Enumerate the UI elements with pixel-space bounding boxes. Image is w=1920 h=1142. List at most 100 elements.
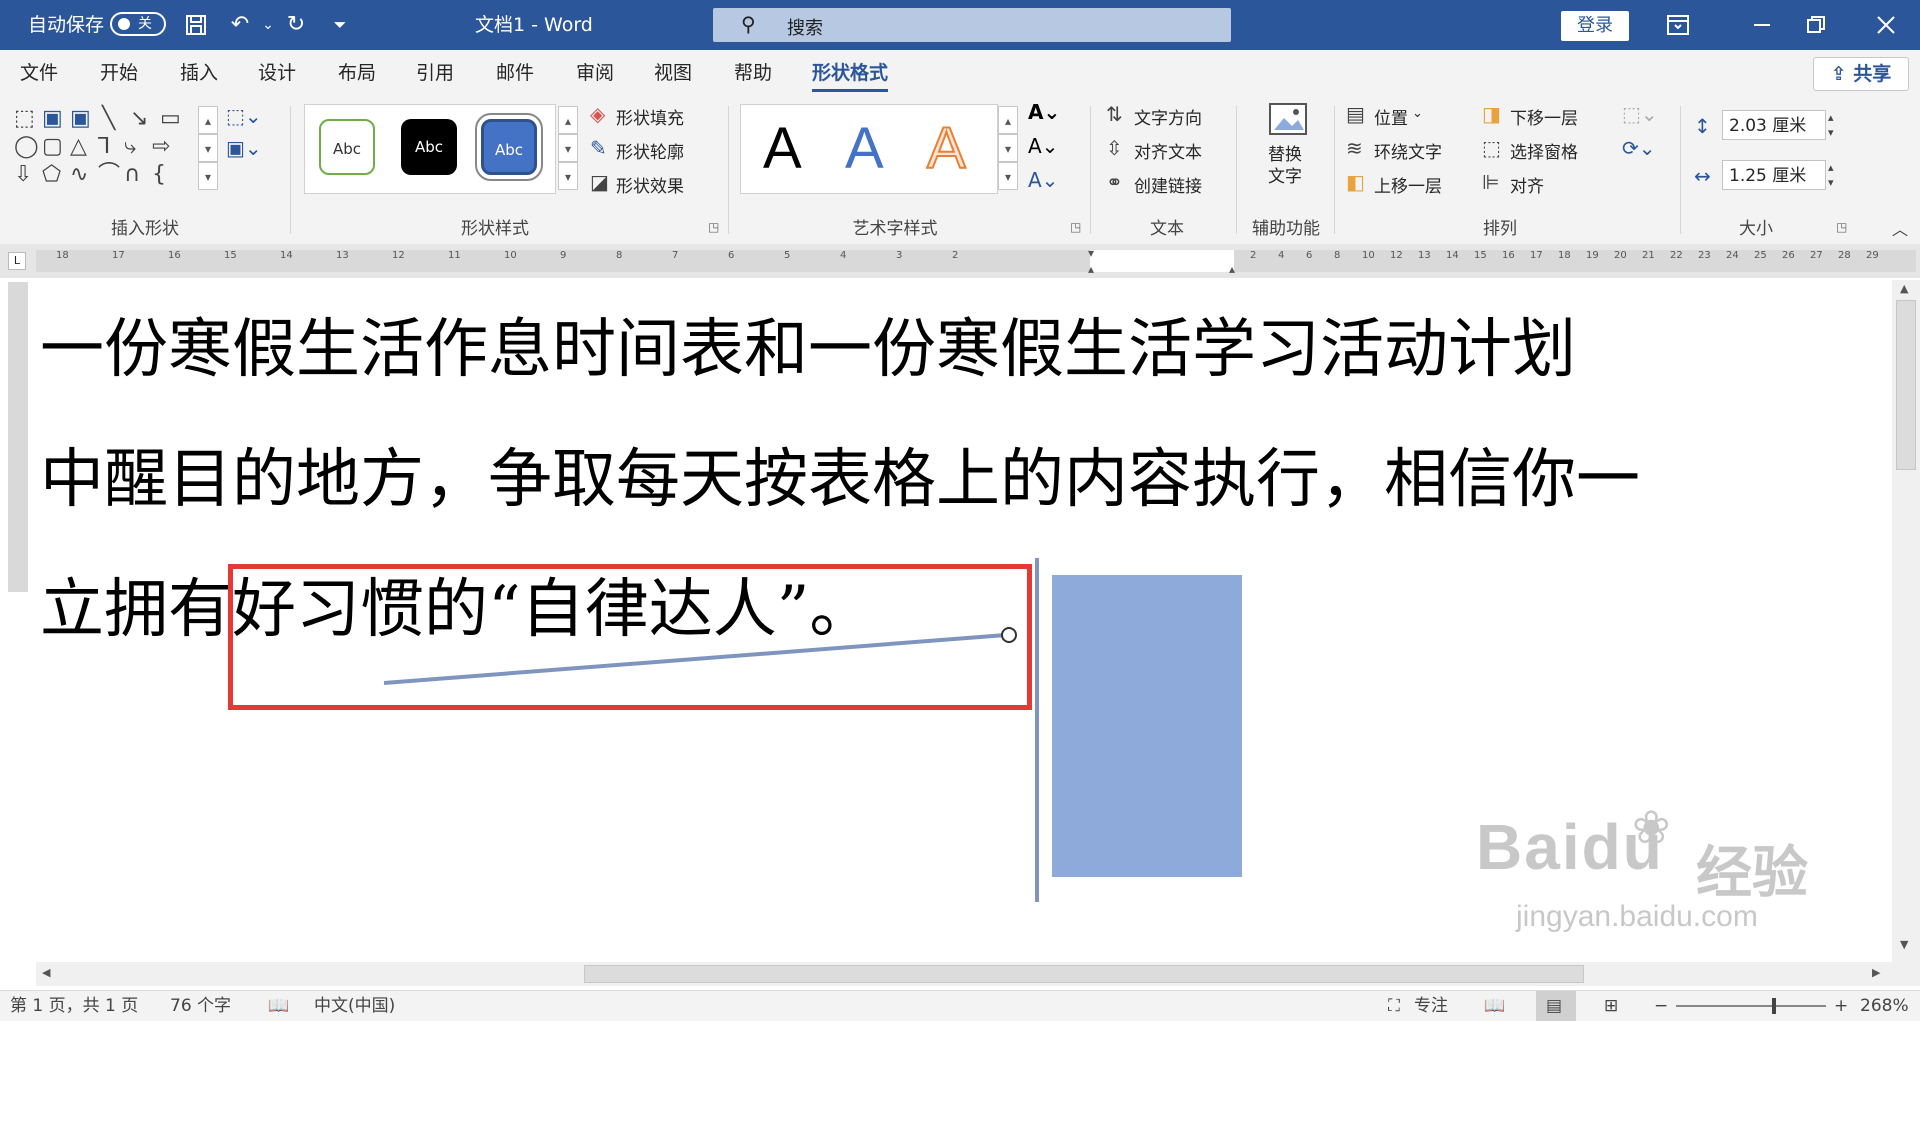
text-effects-icon[interactable]: A⌄ [1028, 168, 1058, 192]
wrap-text-button[interactable]: 环绕文字 [1374, 138, 1442, 163]
rectangle-shape[interactable] [1052, 575, 1242, 877]
create-link-button[interactable]: 创建链接 [1134, 172, 1202, 197]
align-button[interactable]: 对齐 [1510, 172, 1544, 197]
tab-file[interactable]: 文件 [20, 50, 58, 96]
wordart-black[interactable]: A [763, 111, 802, 187]
edit-shape-icon[interactable]: ⬚⌄ [226, 104, 262, 128]
scroll-down-icon[interactable]: ▼ [1900, 938, 1908, 951]
wordart-scroll-up[interactable]: ▴ [998, 106, 1018, 134]
save-icon[interactable] [176, 0, 216, 56]
scroll-up-icon[interactable]: ▲ [1900, 282, 1908, 295]
tab-layout[interactable]: 布局 [338, 50, 376, 96]
wordart-orange[interactable]: A [926, 111, 967, 187]
wordart-blue[interactable]: A [845, 111, 884, 187]
zoom-level[interactable]: 268% [1860, 991, 1909, 1021]
alt-text-button[interactable]: 替换 文字 [1246, 102, 1330, 202]
width-field[interactable]: 1.25 厘米 [1722, 160, 1826, 190]
login-button[interactable]: 登录 [1561, 11, 1629, 41]
focus-mode-button[interactable]: 专注 [1414, 991, 1448, 1021]
vertical-textbox-icon[interactable]: ▣ [42, 106, 63, 132]
word-count[interactable]: 76 个字 [170, 991, 231, 1021]
wordart-expand[interactable]: ▾ [998, 162, 1018, 190]
language-status[interactable]: 中文(中国) [314, 991, 395, 1021]
line-shape-icon[interactable]: ╲ [102, 106, 115, 132]
shape-outline-button[interactable]: 形状轮廓 [616, 138, 684, 163]
right-indent-marker[interactable]: ▴ [1229, 262, 1235, 276]
height-spinner[interactable]: ▴ ▾ [1828, 110, 1834, 140]
wordart-scroll-down[interactable]: ▾ [998, 134, 1018, 162]
elbow-connector-icon[interactable]: ⅂ [98, 134, 110, 160]
shape-styles-gallery[interactable]: Abc Abc Abc [304, 104, 556, 194]
read-mode-icon[interactable]: 📖 [1484, 991, 1505, 1021]
zoom-in-icon[interactable]: + [1834, 991, 1848, 1021]
style-option-blue[interactable]: Abc [475, 113, 543, 181]
height-field[interactable]: 2.03 厘米 [1722, 110, 1826, 140]
elbow-arrow-icon[interactable]: ⤷ [124, 134, 136, 160]
tab-selector[interactable]: L [8, 252, 26, 270]
tab-view[interactable]: 视图 [654, 50, 692, 96]
horizontal-scroll-thumb[interactable] [584, 965, 1584, 983]
line-handle[interactable] [1001, 627, 1017, 643]
style-option-black[interactable]: Abc [401, 119, 457, 175]
scroll-right-icon[interactable]: ▶ [1872, 966, 1880, 979]
shape-fill-button[interactable]: 形状填充 [616, 104, 684, 129]
shapes-gallery[interactable]: ⬚ ▣ ▣ ╲ ↘ ▭ ◯ ▢ △ ⅂ ⤷ ⇨ ⇩ ⬠ ∿ ⌒ ∩ { [12, 106, 202, 192]
group-objects-icon[interactable]: ⬚⌄ [1622, 102, 1658, 126]
freeform-shape-icon[interactable]: ⬠ [42, 162, 61, 188]
rounded-rect-icon[interactable]: ▢ [42, 134, 63, 160]
text-direction-button[interactable]: 文字方向 [1134, 104, 1202, 129]
zoom-out-icon[interactable]: − [1654, 991, 1668, 1021]
tab-references[interactable]: 引用 [416, 50, 454, 96]
size-launcher-icon[interactable]: ◳ [1836, 220, 1847, 234]
text-fill-icon[interactable]: A⌄ [1028, 100, 1060, 124]
page-count[interactable]: 第 1 页，共 1 页 [10, 991, 138, 1021]
shape-styles-launcher-icon[interactable]: ◳ [708, 220, 719, 234]
left-indent-marker[interactable]: ▴ [1088, 262, 1094, 276]
shape-effects-button[interactable]: 形状效果 [616, 172, 684, 197]
style-option-outline-green[interactable]: Abc [319, 119, 375, 175]
document-page[interactable]: 一份寒假生活作息时间表和一份寒假生活学习活动计划 中醒目的地方，争取每天按表格上… [36, 280, 1892, 986]
share-button[interactable]: ⇪ 共享 [1813, 57, 1909, 91]
wordart-launcher-icon[interactable]: ◳ [1070, 220, 1081, 234]
width-spinner[interactable]: ▴ ▾ [1828, 160, 1834, 190]
search-box[interactable]: ⚲ 搜索 [713, 8, 1231, 42]
customize-toolbar-icon[interactable]: ⏷ [320, 0, 360, 50]
close-icon[interactable] [1866, 0, 1906, 53]
send-backward-button[interactable]: 下移一层 [1510, 104, 1578, 129]
shapes-scroll-up[interactable]: ▴ [198, 106, 218, 134]
web-layout-icon[interactable]: ⊞ [1604, 991, 1618, 1021]
textbox-icon[interactable]: ▣ [70, 106, 91, 132]
oval-shape-icon[interactable]: ◯ [14, 134, 39, 160]
align-text-button[interactable]: 对齐文本 [1134, 138, 1202, 163]
ribbon-display-options-icon[interactable] [1658, 0, 1698, 54]
tab-review[interactable]: 审阅 [576, 50, 614, 96]
bring-forward-button[interactable]: 上移一层 [1374, 172, 1442, 197]
vertical-scroll-thumb[interactable] [1896, 300, 1916, 470]
down-arrow-shape-icon[interactable]: ⇩ [14, 162, 32, 188]
tab-mailings[interactable]: 邮件 [496, 50, 534, 96]
wordart-gallery[interactable]: A A A [740, 104, 998, 194]
tab-insert[interactable]: 插入 [180, 50, 218, 96]
position-dropdown-icon[interactable]: ⌄ [1412, 106, 1423, 121]
rectangle-shape-icon[interactable]: ▭ [160, 106, 181, 132]
curve-shape-icon[interactable]: ∩ [124, 162, 140, 188]
styles-scroll-down[interactable]: ▾ [558, 134, 578, 162]
styles-scroll-up[interactable]: ▴ [558, 106, 578, 134]
restore-icon[interactable] [1796, 0, 1836, 53]
right-arrow-shape-icon[interactable]: ⇨ [152, 134, 170, 160]
arc-shape-icon[interactable]: ⌒ [98, 162, 120, 188]
zoom-slider[interactable] [1676, 998, 1826, 1014]
shapes-expand[interactable]: ▾ [198, 162, 218, 190]
horizontal-scrollbar[interactable]: ◀ ▶ [36, 962, 1892, 986]
scribble-shape-icon[interactable]: ∿ [70, 162, 88, 188]
text-outline-icon[interactable]: A⌄ [1028, 134, 1058, 158]
rotate-icon[interactable]: ⟳⌄ [1622, 136, 1656, 160]
styles-expand[interactable]: ▾ [558, 162, 578, 190]
first-line-indent-marker[interactable]: ▾ [1088, 246, 1094, 260]
triangle-shape-icon[interactable]: △ [70, 134, 87, 160]
tab-shape-format[interactable]: 形状格式 [812, 50, 889, 96]
brace-shape-icon[interactable]: { [152, 162, 166, 188]
tab-help[interactable]: 帮助 [734, 50, 772, 96]
arrow-shape-icon[interactable]: ↘ [130, 106, 148, 132]
tab-home[interactable]: 开始 [100, 50, 138, 96]
